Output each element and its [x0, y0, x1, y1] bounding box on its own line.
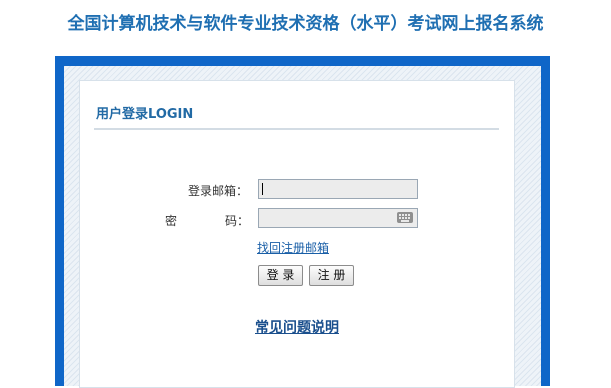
password-input[interactable] — [258, 208, 418, 228]
faq-link[interactable]: 常见问题说明 — [80, 317, 514, 337]
recover-email-link[interactable]: 找回注册邮箱 — [257, 239, 329, 256]
email-label: 登录邮箱： — [188, 184, 249, 198]
title-divider — [94, 128, 499, 130]
login-card: 用户登录LOGIN 登录邮箱： 密 码： 找回注册邮箱 登 录 注 册 常见问题… — [79, 80, 515, 388]
text-caret — [262, 183, 263, 195]
login-title: 用户登录LOGIN — [96, 107, 194, 122]
password-label-char-2: 码： — [225, 214, 250, 228]
login-button[interactable]: 登 录 — [258, 265, 303, 286]
password-label-char-1: 密 — [165, 214, 178, 228]
register-button[interactable]: 注 册 — [309, 265, 354, 286]
site-title: 全国计算机技术与软件专业技术资格（水平）考试网上报名系统 — [67, 14, 544, 34]
keyboard-icon[interactable] — [397, 212, 413, 223]
email-input[interactable] — [258, 179, 418, 199]
